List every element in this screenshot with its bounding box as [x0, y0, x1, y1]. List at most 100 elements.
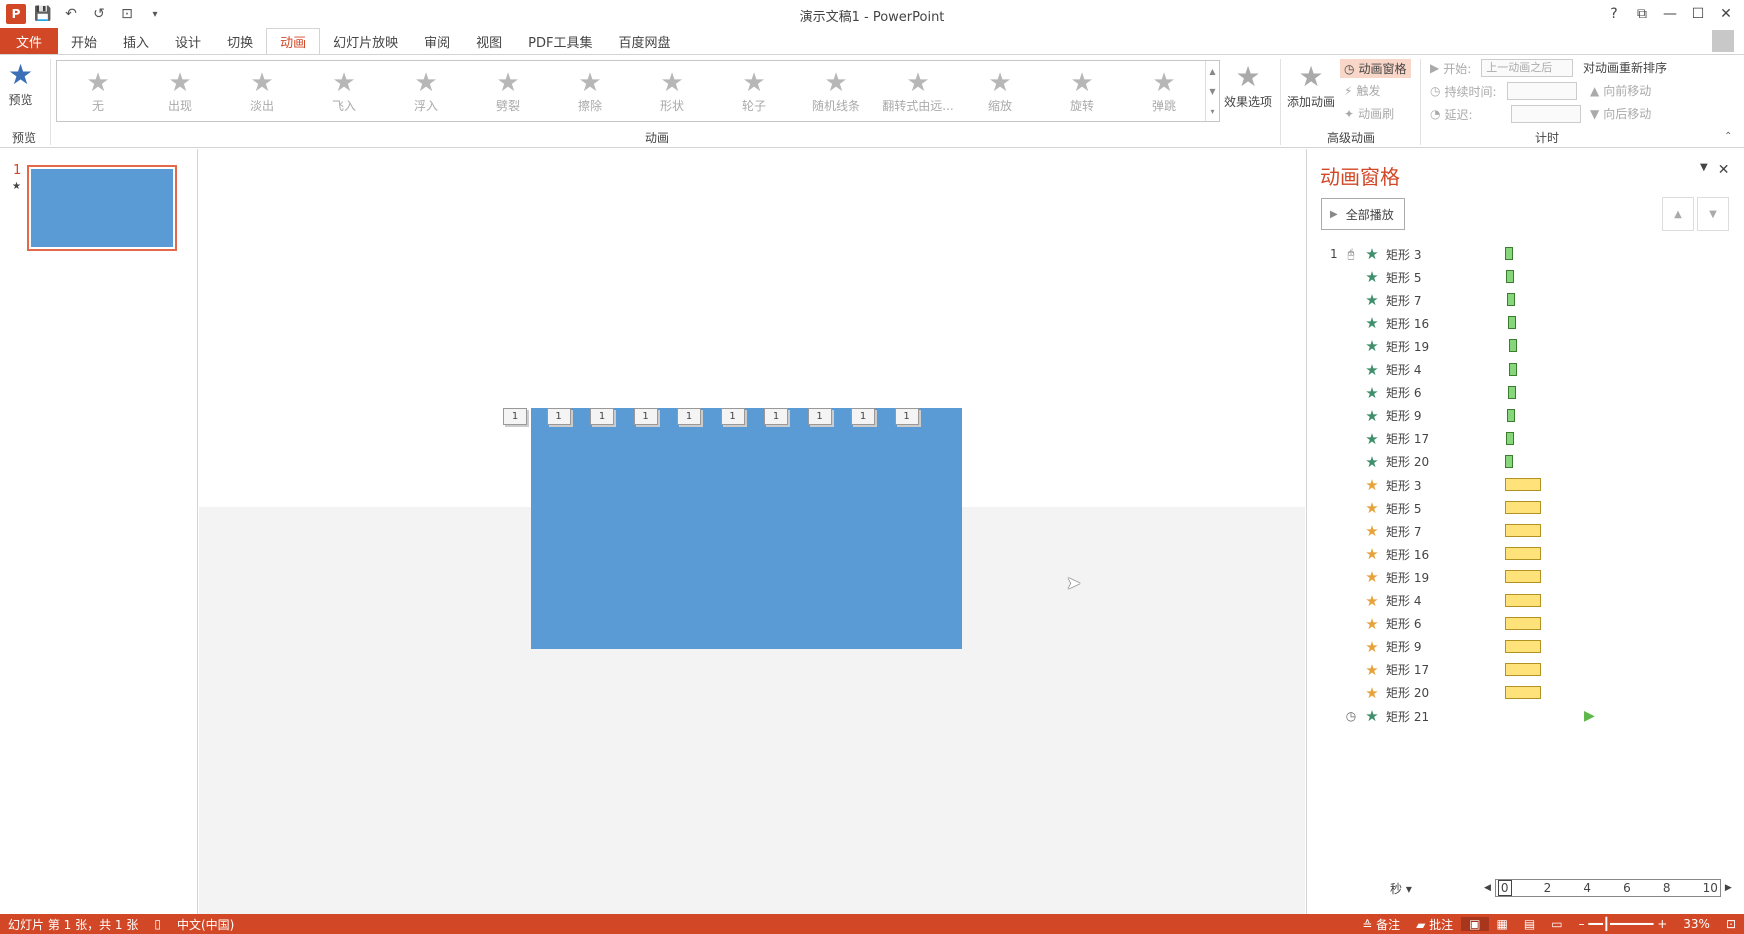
slide-sorter-icon[interactable]: ▦: [1489, 917, 1516, 931]
tab-animations[interactable]: 动画: [266, 28, 321, 55]
gallery-item[interactable]: ★ 缩放: [959, 61, 1041, 121]
tab-review[interactable]: 审阅: [411, 28, 463, 54]
timing-bar[interactable]: [1506, 431, 1514, 445]
timing-bar[interactable]: [1505, 639, 1541, 653]
animation-order-tag[interactable]: 1: [590, 408, 614, 425]
animation-item[interactable]: ★ 矩形 19: [1330, 335, 1730, 357]
maximize-icon[interactable]: ☐: [1684, 2, 1712, 26]
animation-order-tag[interactable]: 1: [807, 408, 832, 425]
tab-pdf-tools[interactable]: PDF工具集: [515, 28, 605, 54]
animation-item[interactable]: ★ 矩形 20: [1330, 451, 1730, 473]
animation-order-tag[interactable]: 1: [764, 408, 788, 425]
tab-view[interactable]: 视图: [463, 28, 515, 54]
spelling-icon[interactable]: ▯: [146, 917, 169, 931]
animation-item[interactable]: ★ 矩形 4: [1330, 359, 1730, 381]
add-animation-button[interactable]: ★ 添加动画: [1287, 61, 1335, 110]
timing-bar[interactable]: [1505, 524, 1541, 538]
gallery-item[interactable]: ★ 淡出: [221, 61, 303, 121]
animation-order-tag[interactable]: 1: [720, 408, 745, 425]
timing-bar[interactable]: [1505, 593, 1541, 607]
timing-bar[interactable]: [1505, 570, 1541, 584]
gallery-item[interactable]: ★ 出现: [139, 61, 221, 121]
timing-bar[interactable]: [1505, 478, 1541, 491]
timeline-left-icon[interactable]: ◀: [1484, 883, 1491, 893]
animation-item[interactable]: ★ 矩形 17: [1330, 428, 1730, 450]
preview-button[interactable]: ★ 预览: [8, 59, 33, 108]
duration-input[interactable]: [1506, 82, 1577, 100]
animation-item[interactable]: ★ 矩形 7: [1330, 289, 1730, 311]
tab-home[interactable]: 开始: [58, 28, 110, 54]
tab-design[interactable]: 设计: [162, 28, 214, 54]
timing-bar[interactable]: [1505, 454, 1513, 468]
timing-bar[interactable]: [1505, 501, 1541, 515]
move-up-button[interactable]: ▲: [1662, 197, 1694, 231]
animation-order-tag[interactable]: 1: [677, 408, 701, 425]
fit-slide-icon[interactable]: ⊡: [1718, 917, 1744, 931]
animation-order-tag[interactable]: 1: [503, 408, 527, 425]
animation-item[interactable]: 1 🖰 ★ 矩形 3: [1330, 243, 1730, 265]
timing-bar[interactable]: [1508, 316, 1516, 330]
timing-bar[interactable]: [1506, 270, 1514, 284]
pane-close-icon[interactable]: ✕: [1718, 162, 1730, 178]
timing-bar[interactable]: [1505, 247, 1513, 260]
animation-item[interactable]: ★ 矩形 9: [1330, 405, 1730, 427]
animation-item[interactable]: ★ 矩形 5: [1330, 266, 1730, 288]
play-all-button[interactable]: ▶ 全部播放: [1321, 198, 1405, 230]
timing-bar[interactable]: [1509, 339, 1517, 353]
tab-baidu-netdisk[interactable]: 百度网盘: [605, 28, 683, 54]
effect-options-button[interactable]: ★ 效果选项: [1224, 61, 1272, 110]
timeline-unit[interactable]: 秒 ▾: [1390, 880, 1412, 897]
start-select[interactable]: 上一动画之后: [1481, 59, 1574, 77]
gallery-item[interactable]: ★ 形状: [631, 61, 713, 121]
tab-slideshow[interactable]: 幻灯片放映: [320, 28, 411, 54]
animation-item[interactable]: ★ 矩形 6: [1330, 382, 1730, 404]
slideshow-icon[interactable]: ▭: [1543, 917, 1570, 931]
tab-file[interactable]: 文件: [0, 28, 59, 54]
slide-thumbnail[interactable]: [27, 165, 177, 251]
slide-shape[interactable]: [531, 408, 962, 649]
comments-button[interactable]: ▰ 批注: [1408, 916, 1461, 933]
normal-view-icon[interactable]: ▣: [1461, 917, 1489, 931]
minimize-icon[interactable]: —: [1656, 2, 1684, 26]
animation-order-tag[interactable]: 1: [851, 408, 875, 425]
timing-bar[interactable]: [1505, 616, 1541, 630]
gallery-item[interactable]: ★ 旋转: [1041, 61, 1123, 121]
timing-bar[interactable]: [1507, 408, 1515, 422]
timing-bar[interactable]: [1509, 362, 1517, 376]
animation-item[interactable]: ★ 矩形 16: [1330, 312, 1730, 334]
animation-order-tag[interactable]: 1: [633, 408, 658, 425]
tab-transitions[interactable]: 切换: [214, 28, 266, 54]
pane-options-icon[interactable]: ▼: [1700, 162, 1708, 178]
gallery-scroll[interactable]: ▲ ▼ ▾: [1205, 61, 1219, 121]
trigger-button[interactable]: ⚡ 触发: [1344, 82, 1380, 99]
animation-painter-button[interactable]: ✦ 动画刷: [1344, 105, 1394, 122]
timing-bar[interactable]: [1505, 685, 1541, 699]
timing-bar[interactable]: [1505, 547, 1541, 561]
gallery-item[interactable]: ★ 劈裂: [467, 61, 549, 121]
gallery-item[interactable]: ★ 无: [57, 61, 139, 121]
animation-item[interactable]: ◷ ★ 矩形 21: [1330, 705, 1730, 727]
language[interactable]: 中文(中国): [169, 916, 242, 933]
gallery-item[interactable]: ★ 随机线条: [795, 61, 877, 121]
zoom-level[interactable]: 33%: [1675, 917, 1718, 931]
gallery-item[interactable]: ★ 轮子: [713, 61, 795, 121]
move-earlier-button[interactable]: ▲ 向前移动: [1590, 82, 1651, 99]
close-icon[interactable]: ✕: [1712, 2, 1740, 26]
reading-view-icon[interactable]: ▤: [1516, 917, 1543, 931]
animation-order-tag[interactable]: 1: [546, 408, 571, 425]
help-icon[interactable]: ?: [1600, 2, 1628, 26]
gallery-item[interactable]: ★ 弹跳: [1123, 61, 1205, 121]
account-avatar[interactable]: [1712, 30, 1734, 52]
timing-bar[interactable]: [1507, 293, 1515, 307]
ribbon-display-icon[interactable]: ⧉: [1628, 2, 1656, 26]
timing-bar[interactable]: [1505, 662, 1541, 676]
animation-gallery[interactable]: ★ 无 ★ 出现 ★ 淡出 ★ 飞入 ★ 浮入 ★ 劈裂 ★ 擦除 ★ 形状 ★ 轮子 ★ 随机线条 ★ 翻转式由远...…: [56, 60, 1220, 122]
gallery-item[interactable]: ★ 擦除: [549, 61, 631, 121]
delay-input[interactable]: [1510, 105, 1581, 123]
animation-order-tag[interactable]: 1: [894, 408, 919, 425]
zoom-slider[interactable]: – ━━┃━━━━━━ +: [1571, 917, 1676, 931]
move-down-button[interactable]: ▼: [1697, 197, 1729, 231]
gallery-item[interactable]: ★ 飞入: [303, 61, 385, 121]
notes-button[interactable]: ≙ 备注: [1354, 916, 1408, 933]
gallery-item[interactable]: ★ 浮入: [385, 61, 467, 121]
